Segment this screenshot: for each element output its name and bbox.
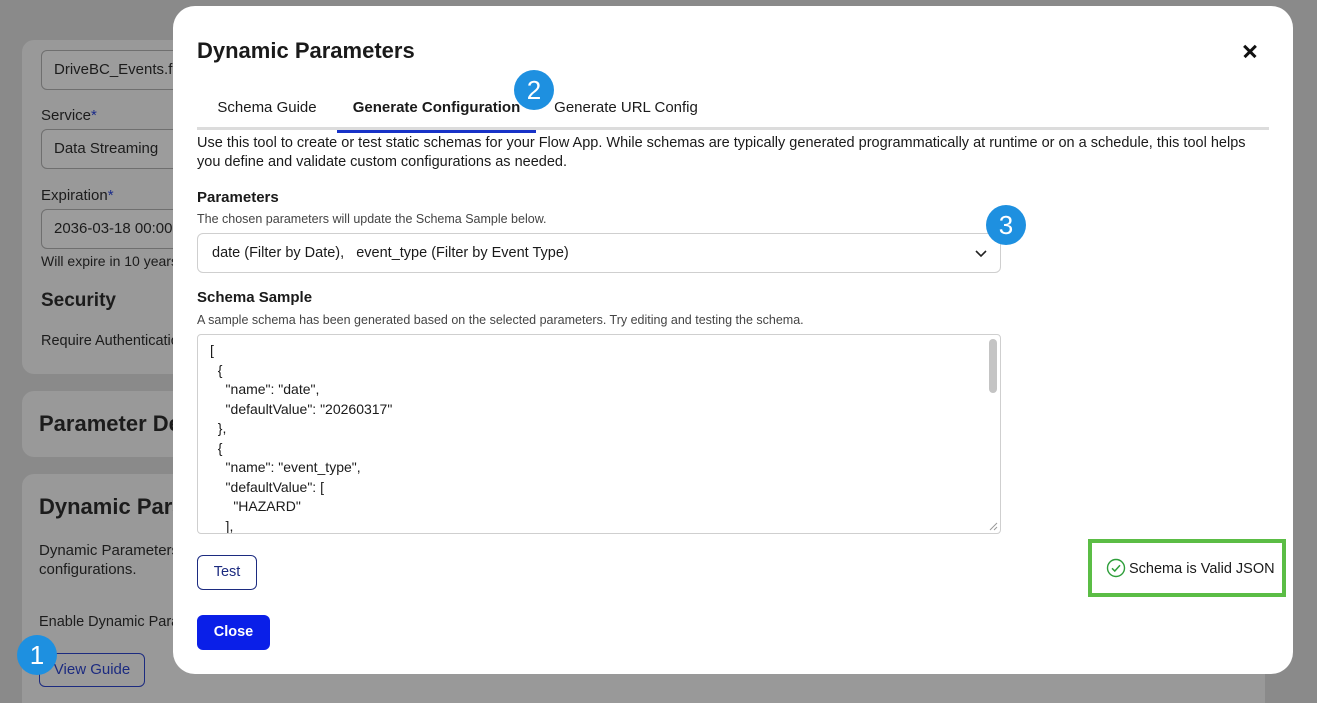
parameter-definitions-heading: Parameter De [39,411,181,436]
tab-generate-url-config[interactable]: Generate URL Config [551,90,701,130]
tab-generate-configuration[interactable]: Generate Configuration [337,90,536,133]
parameters-label: Parameters [197,189,279,206]
step-marker-3: 3 [986,205,1026,245]
expiration-label: Expiration* [41,187,114,204]
service-label: Service* [41,107,97,124]
schema-code: [ { "name": "date", "defaultValue": "202… [210,342,393,534]
scrollbar-thumb[interactable] [989,339,997,393]
dynamic-parameters-heading: Dynamic Para [39,494,185,519]
close-icon[interactable] [1239,40,1263,64]
intro-text: Use this tool to create or test static s… [197,135,1246,170]
modal-title: Dynamic Parameters [197,38,415,63]
validation-status: Schema is Valid JSON [1088,539,1286,597]
schema-sample-hint: A sample schema has been generated based… [197,313,804,327]
close-button[interactable]: Close [197,615,270,650]
tab-bar: Schema Guide Generate Configuration Gene… [197,90,1269,133]
require-auth-label: Require Authentication [41,333,187,349]
expiration-hint: Will expire in 10 years [41,253,178,269]
parameters-hint: The chosen parameters will update the Sc… [197,212,547,226]
test-button[interactable]: Test [197,555,257,590]
chevron-down-icon [975,250,987,258]
parameters-selected-value: date (Filter by Date), event_type (Filte… [212,245,569,261]
tab-schema-guide[interactable]: Schema Guide [197,90,337,130]
schema-sample-label: Schema Sample [197,289,313,306]
validation-message: Schema is Valid JSON [1106,558,1275,579]
step-marker-2: 2 [514,70,554,110]
check-circle-icon [1106,558,1126,578]
validation-text: Schema is Valid JSON [1129,560,1275,577]
dynamic-parameters-description: Dynamic Parameters configurations. [39,542,180,578]
resize-handle-icon[interactable] [988,521,998,531]
enable-dynamic-label: Enable Dynamic Para [39,614,180,630]
schema-editor[interactable]: [ { "name": "date", "defaultValue": "202… [197,334,1001,534]
step-marker-1: 1 [17,635,57,675]
parameters-select[interactable]: date (Filter by Date), event_type (Filte… [197,233,1001,273]
security-heading: Security [41,290,116,311]
